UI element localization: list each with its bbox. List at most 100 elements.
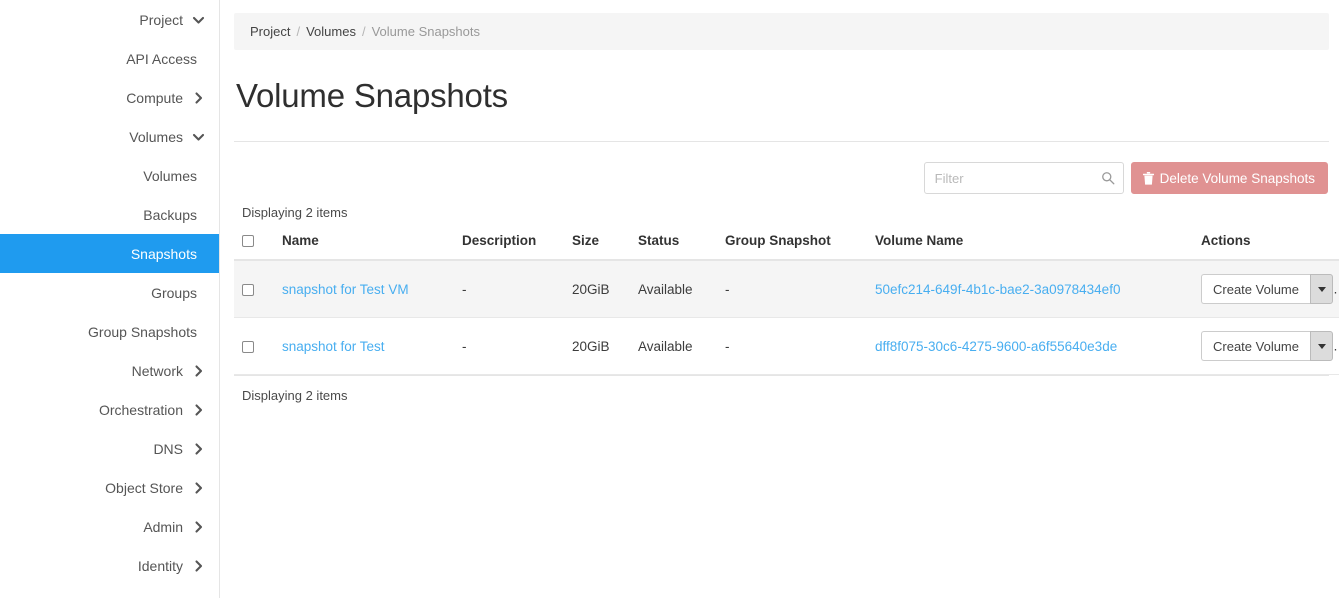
row-actions-cell: Create Volume [1193,317,1339,375]
sidebar-item-label: Groups [151,284,197,301]
breadcrumb-separator: / [361,24,366,39]
sidebar-item-label: Identity [137,557,183,574]
sidebar-item-dns[interactable]: DNS [0,429,219,468]
table-row[interactable]: snapshot for Test VM -20GiB Available -50ef… [234,260,1339,318]
main-content: Project / Volumes / Volume Snapshots Volume … [220,0,1343,598]
sidebar-item-label: Compute [126,89,183,106]
chevron-down-icon [192,13,205,26]
snapshot-size-cell: 20GiB [564,317,630,375]
sidebar-item-compute[interactable]: Compute [0,78,219,117]
column-header-actions: Actions [1193,229,1339,261]
row-actions-dropdown-toggle[interactable] [1310,331,1333,361]
chevron-right-icon [192,520,205,533]
volume-snapshots-table: Name Description Size Status Group Snaps… [234,229,1339,375]
snapshot-status-cell: Available [630,260,717,318]
snapshot-name-link[interactable]: snapshot for Test [282,339,385,354]
table-row[interactable]: snapshot for Test -20GiB Available - dff8f07… [234,317,1339,375]
sidebar-item-label: Orchestration [98,401,183,418]
breadcrumb-item-volume-snapshots: Volume Snapshots [371,24,480,39]
snapshot-name-cell: snapshot for Test [274,317,454,375]
sidebar-item-label: API Access [126,50,197,67]
breadcrumb-separator: / [296,24,301,39]
row-actions-split-button: Create Volume [1201,331,1333,361]
snapshot-name-cell: snapshot for Test VM [274,260,454,318]
table-header-row: Name Description Size Status Group Snaps… [234,229,1339,261]
chevron-right-icon [192,403,205,416]
title-divider [234,141,1329,142]
column-header-group-snapshot[interactable]: Group Snapshot [717,229,867,261]
sidebar-item-label: Volumes [143,167,197,184]
chevron-right-icon [192,481,205,494]
sidebar-item-label: Backups [143,206,197,223]
sidebar-item-label: Volumes [129,128,183,145]
volume-name-link[interactable]: dff8f075-30c6-4275-9600-a6f55640e3de [875,339,1117,354]
table-toolbar: Delete Volume Snapshots [234,162,1329,194]
select-all-checkbox[interactable] [242,235,254,248]
select-all-header [234,229,274,261]
chevron-right-icon [192,559,205,572]
snapshot-description-cell: - [454,260,564,318]
sidebar-item-volumes[interactable]: Volumes [0,156,219,195]
column-header-name[interactable]: Name [274,229,454,261]
volume-snapshots-page: Project API Access Compute Volumes Volumes Ba… [0,0,1343,598]
column-header-volume-name[interactable]: Volume Name [867,229,1193,261]
chevron-right-icon [192,442,205,455]
row-checkbox[interactable] [242,340,254,353]
caret-down-icon [1317,286,1326,292]
trash-icon [1142,171,1154,185]
delete-button-label: Delete Volume Snapshots [1159,170,1315,186]
sidebar-item-object-store[interactable]: Object Store [0,468,219,507]
sidebar-item-label: Snapshots [130,245,197,262]
column-header-size[interactable]: Size [564,229,630,261]
group-snapshot-cell: - [717,317,867,375]
chevron-right-icon [192,364,205,377]
sidebar-item-label: DNS [153,440,183,457]
sidebar-item-group-snapshots[interactable]: Group Snapshots [0,312,219,351]
row-select-cell [234,260,274,318]
sidebar-item-api-access[interactable]: API Access [0,39,219,78]
snapshot-description-cell: - [454,317,564,375]
sidebar-item-project[interactable]: Project [0,0,219,39]
snapshot-name-link[interactable]: snapshot for Test VM [282,282,409,297]
sidebar-item-label: Admin [143,518,183,535]
delete-volume-snapshots-button[interactable]: Delete Volume Snapshots [1130,162,1328,194]
sidebar-item-backups[interactable]: Backups [0,195,219,234]
sidebar-item-groups[interactable]: Groups [0,273,219,312]
snapshot-status-cell: Available [630,317,717,375]
row-actions-cell: Create Volume [1193,260,1339,318]
chevron-right-icon [192,91,205,104]
page-title: Volume Snapshots [236,77,508,114]
sidebar-item-volumes[interactable]: Volumes [0,117,219,156]
sidebar-item-label: Project [139,11,183,28]
create-volume-button[interactable]: Create Volume [1201,274,1310,304]
volume-name-link[interactable]: 50efc214-649f-4b1c-bae2-3a0978434ef0 [875,282,1120,297]
volume-name-cell: 50efc214-649f-4b1c-bae2-3a0978434ef0 [867,260,1193,318]
column-header-status[interactable]: Status [630,229,717,261]
row-actions-dropdown-toggle[interactable] [1310,274,1333,304]
volume-name-cell: dff8f075-30c6-4275-9600-a6f55640e3de [867,317,1193,375]
sidebar-item-label: Network [131,362,183,379]
sidebar-item-snapshots[interactable]: Snapshots [0,234,219,273]
sidebar-item-identity[interactable]: Identity [0,546,219,585]
column-header-description[interactable]: Description [454,229,564,261]
caret-down-icon [1317,343,1326,349]
sidebar-item-label: Object Store [105,479,183,496]
filter-field-wrapper [923,162,1124,194]
sidebar-nav: Project API Access Compute Volumes Volumes Ba… [0,0,220,598]
snapshot-size-cell: 20GiB [564,260,630,318]
row-actions-split-button: Create Volume [1201,274,1333,304]
row-checkbox[interactable] [242,283,254,296]
breadcrumb-item-project[interactable]: Project [250,24,290,39]
search-input[interactable] [923,162,1124,194]
table-header: Name Description Size Status Group Snaps… [234,229,1339,261]
items-count-bottom: Displaying 2 items [234,375,1329,403]
sidebar-item-network[interactable]: Network [0,351,219,390]
chevron-down-icon [192,130,205,143]
breadcrumb-item-volumes[interactable]: Volumes [306,24,356,39]
sidebar-item-label: Group Snapshots [88,323,197,340]
sidebar-item-orchestration[interactable]: Orchestration [0,390,219,429]
create-volume-button[interactable]: Create Volume [1201,331,1310,361]
sidebar-item-admin[interactable]: Admin [0,507,219,546]
items-count-top: Displaying 2 items [242,205,348,220]
breadcrumb: Project / Volumes / Volume Snapshots [234,13,1329,50]
